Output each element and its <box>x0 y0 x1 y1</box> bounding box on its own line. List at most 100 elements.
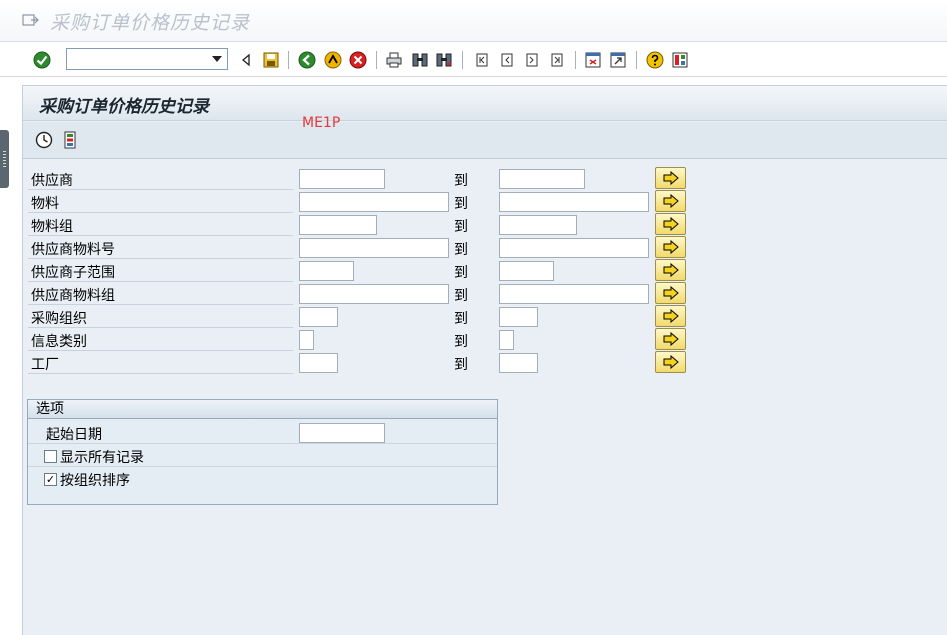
screen-header: 采购订单价格历史记录 <box>23 86 947 121</box>
toolbar-separator <box>636 51 637 69</box>
cancel-icon[interactable] <box>348 50 368 70</box>
previous-page-icon[interactable] <box>497 50 517 70</box>
multiple-selection-arrow-icon <box>663 240 679 254</box>
multiple-selection-arrow-icon <box>663 355 679 369</box>
to-label: 到 <box>454 288 468 304</box>
vendor-material-group-to-input[interactable] <box>499 284 649 304</box>
info-category-multiple-selection-button[interactable] <box>655 328 686 350</box>
options-group: 选项 起始日期 显示所有记录 ✓ 按组织排序 <box>27 399 498 505</box>
plant-label: 工厂 <box>31 357 59 373</box>
to-label: 到 <box>454 242 468 258</box>
command-dropdown-icon[interactable] <box>209 52 225 66</box>
info-category-label: 信息类别 <box>31 334 87 350</box>
selection-row-plant: 工厂 到 <box>28 351 693 374</box>
info-category-from-input[interactable] <box>299 330 314 350</box>
plant-from-input[interactable] <box>299 353 338 373</box>
start-date-input[interactable] <box>299 423 385 443</box>
main-screen: 采购订单价格历史记录 ME1P 供应商 到 物料 到 物料组 到 供应商物料号 … <box>22 85 947 635</box>
selection-row-purchasing-org: 采购组织 到 <box>28 305 693 328</box>
back-arrow-icon[interactable] <box>236 50 256 70</box>
multiple-selection-arrow-icon <box>663 263 679 277</box>
show-all-records-checkbox[interactable] <box>44 450 57 463</box>
sort-by-org-label: 按组织排序 <box>60 473 130 489</box>
start-date-row: 起始日期 <box>28 421 497 444</box>
vendor-material-group-multiple-selection-button[interactable] <box>655 282 686 304</box>
material-group-multiple-selection-button[interactable] <box>655 213 686 235</box>
purchasing-org-from-input[interactable] <box>299 307 338 327</box>
vendor-to-input[interactable] <box>499 169 585 189</box>
vendor-subrange-label: 供应商子范围 <box>31 265 115 281</box>
to-label: 到 <box>454 357 468 373</box>
save-icon[interactable] <box>261 50 281 70</box>
multiple-selection-arrow-icon <box>663 194 679 208</box>
material-group-label: 物料组 <box>31 219 73 235</box>
plant-to-input[interactable] <box>499 353 538 373</box>
material-label: 物料 <box>31 196 59 212</box>
window-title: 采购订单价格历史记录 <box>50 12 251 34</box>
vendor-subrange-multiple-selection-button[interactable] <box>655 259 686 281</box>
vendor-label: 供应商 <box>31 173 73 189</box>
vendor-subrange-from-input[interactable] <box>299 261 354 281</box>
sort-by-org-row: ✓ 按组织排序 <box>28 467 497 490</box>
toolbar-separator <box>288 51 289 69</box>
toolbar-separator <box>376 51 377 69</box>
enter-icon[interactable] <box>32 50 52 70</box>
shortcut-icon[interactable] <box>608 50 628 70</box>
to-label: 到 <box>454 265 468 281</box>
vendor-material-number-multiple-selection-button[interactable] <box>655 236 686 258</box>
plant-multiple-selection-button[interactable] <box>655 351 686 373</box>
print-icon[interactable] <box>384 50 404 70</box>
vendor-material-group-label: 供应商物料组 <box>31 288 115 304</box>
vendor-multiple-selection-button[interactable] <box>655 167 686 189</box>
material-group-from-input[interactable] <box>299 215 377 235</box>
material-group-to-input[interactable] <box>499 215 577 235</box>
new-session-icon[interactable] <box>583 50 603 70</box>
help-icon[interactable] <box>645 50 665 70</box>
vendor-material-number-to-input[interactable] <box>499 238 649 258</box>
side-panel-handle[interactable] <box>0 130 9 188</box>
multiple-selection-arrow-icon <box>663 309 679 323</box>
material-to-input[interactable] <box>499 192 649 212</box>
multiple-selection-arrow-icon <box>663 286 679 300</box>
vendor-material-number-from-input[interactable] <box>299 238 449 258</box>
show-all-records-row: 显示所有记录 <box>28 444 497 467</box>
toolbar-separator <box>575 51 576 69</box>
material-from-input[interactable] <box>299 192 449 212</box>
purchasing-org-multiple-selection-button[interactable] <box>655 305 686 327</box>
last-page-icon[interactable] <box>547 50 567 70</box>
to-label: 到 <box>454 334 468 350</box>
material-multiple-selection-button[interactable] <box>655 190 686 212</box>
customize-layout-icon[interactable] <box>670 50 690 70</box>
start-date-label: 起始日期 <box>46 427 102 443</box>
to-label: 到 <box>454 196 468 212</box>
selection-options-icon[interactable] <box>60 130 80 150</box>
to-label: 到 <box>454 311 468 327</box>
first-page-icon[interactable] <box>472 50 492 70</box>
selection-row-vendor-material-group: 供应商物料组 到 <box>28 282 693 305</box>
find-next-icon[interactable] <box>434 50 454 70</box>
vendor-from-input[interactable] <box>299 169 385 189</box>
selection-row-info-category: 信息类别 到 <box>28 328 693 351</box>
back-icon[interactable] <box>297 50 317 70</box>
multiple-selection-arrow-icon <box>663 332 679 346</box>
purchasing-org-label: 采购组织 <box>31 311 87 327</box>
multiple-selection-arrow-icon <box>663 171 679 185</box>
execute-icon[interactable] <box>34 130 54 150</box>
purchasing-org-to-input[interactable] <box>499 307 538 327</box>
menu-icon[interactable] <box>22 13 39 27</box>
sort-by-org-checkbox[interactable]: ✓ <box>44 473 57 486</box>
show-all-records-label: 显示所有记录 <box>60 450 144 466</box>
info-category-to-input[interactable] <box>499 330 514 350</box>
toolbar-separator <box>462 51 463 69</box>
find-icon[interactable] <box>410 50 430 70</box>
command-field[interactable] <box>66 48 228 70</box>
vendor-material-group-from-input[interactable] <box>299 284 449 304</box>
selection-row-vendor-subrange: 供应商子范围 到 <box>28 259 693 282</box>
selection-row-vendor-material-number: 供应商物料号 到 <box>28 236 693 259</box>
selection-row-material-group: 物料组 到 <box>28 213 693 236</box>
exit-icon[interactable] <box>323 50 343 70</box>
next-page-icon[interactable] <box>522 50 542 70</box>
multiple-selection-arrow-icon <box>663 217 679 231</box>
to-label: 到 <box>454 173 468 189</box>
vendor-subrange-to-input[interactable] <box>499 261 554 281</box>
